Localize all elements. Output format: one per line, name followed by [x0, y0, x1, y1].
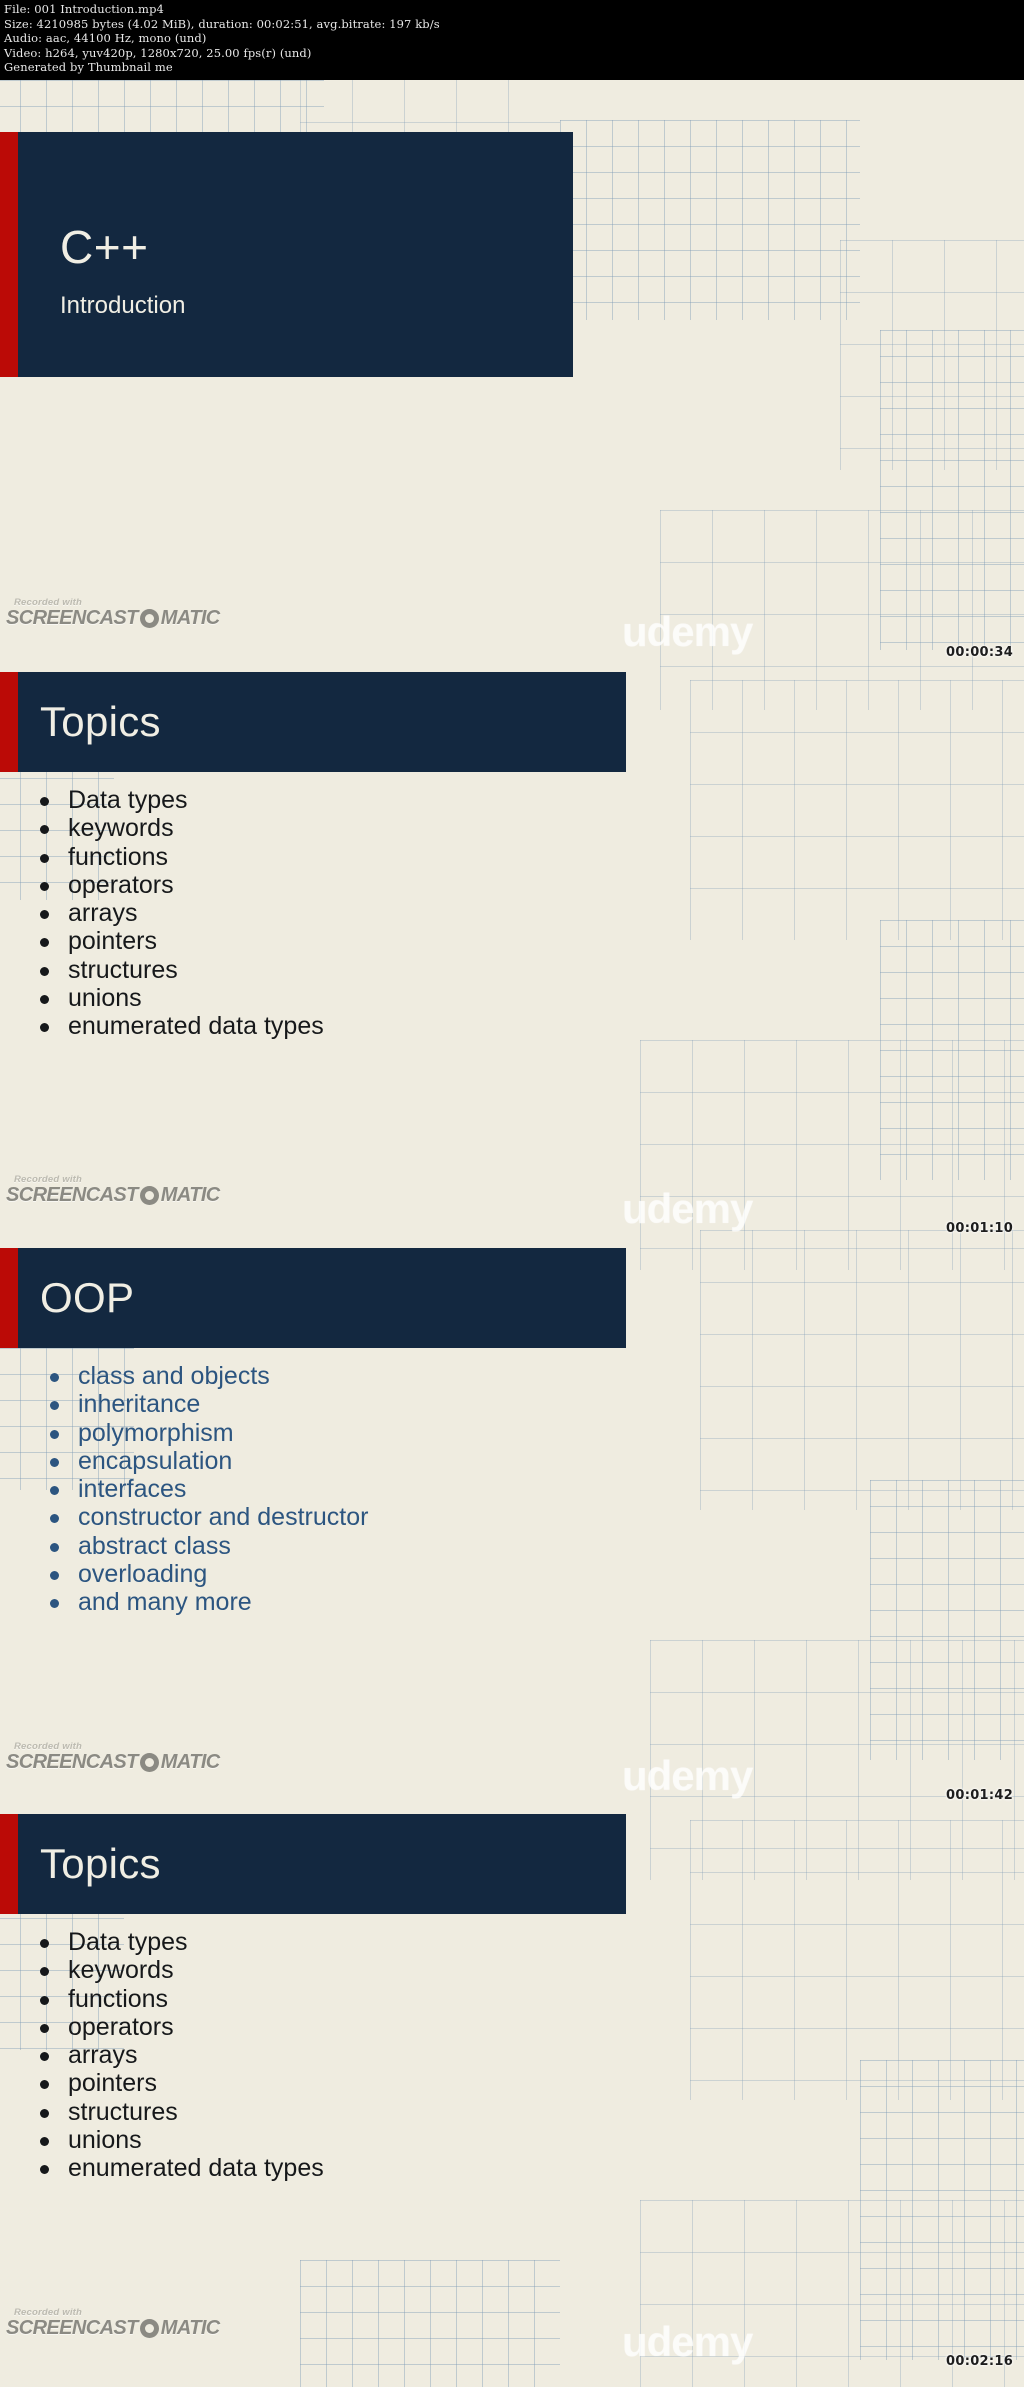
slide-heading: Topics [40, 1840, 161, 1887]
list-item: Data types [0, 786, 673, 814]
info-line-audio: Audio: aac, 44100 Hz, mono (und) [4, 31, 207, 46]
slide-timestamp: 00:01:42 [946, 1788, 1014, 1803]
info-line-generator: Generated by Thumbnail me [4, 60, 173, 75]
list-item: enumerated data types [0, 1012, 673, 1040]
list-item: Data types [0, 1928, 673, 1956]
list-item: and many more [0, 1588, 673, 1616]
red-accent-bar [0, 1248, 18, 1348]
slide-heading-band: Topics [0, 1814, 626, 1914]
list-item: pointers [0, 2069, 673, 2097]
slide-subtitle: Introduction [60, 292, 186, 319]
red-accent-bar [0, 132, 18, 377]
list-item: structures [0, 2098, 673, 2126]
oop-list: class and objects inheritance polymorphi… [0, 1348, 673, 1617]
slide-thumbnail[interactable]: Topics Data types keywords functions ope… [0, 1814, 673, 2183]
video-info-header: File: 001 Introduction.mp4 Size: 4210985… [0, 0, 1024, 80]
title-band: C++ Introduction [0, 132, 573, 377]
slide-heading: OOP [40, 1274, 135, 1321]
list-item: functions [0, 843, 673, 871]
list-item: class and objects [0, 1362, 673, 1390]
slide-heading-band: Topics [0, 672, 626, 772]
slide-timestamp: 00:00:34 [946, 645, 1014, 660]
red-accent-bar [0, 1814, 18, 1914]
thumbnail-sheet: File: 001 Introduction.mp4 Size: 4210985… [0, 0, 1024, 2387]
list-item: polymorphism [0, 1419, 673, 1447]
list-item: arrays [0, 899, 673, 927]
slide-timestamp: 00:02:16 [946, 2354, 1014, 2369]
slide-heading-band: OOP [0, 1248, 626, 1348]
info-line-size: Size: 4210985 bytes (4.02 MiB), duration… [4, 16, 440, 31]
info-line-video: Video: h264, yuv420p, 1280x720, 25.00 fp… [4, 45, 312, 60]
list-item: keywords [0, 814, 673, 842]
slide-heading: Topics [40, 698, 161, 745]
list-item: unions [0, 984, 673, 1012]
list-item: structures [0, 956, 673, 984]
slide-thumbnail[interactable]: OOP class and objects inheritance polymo… [0, 1248, 673, 1617]
list-item: enumerated data types [0, 2154, 673, 2182]
list-item: keywords [0, 1956, 673, 1984]
list-item: encapsulation [0, 1447, 673, 1475]
list-item: arrays [0, 2041, 673, 2069]
slide-title: C++ [60, 221, 149, 273]
list-item: overloading [0, 1560, 673, 1588]
list-item: interfaces [0, 1475, 673, 1503]
topics-list: Data types keywords functions operators … [0, 1914, 673, 2183]
slide-thumbnail[interactable]: C++ Introduction [0, 132, 673, 402]
list-item: unions [0, 2126, 673, 2154]
info-line-file: File: 001 Introduction.mp4 [4, 2, 164, 16]
list-item: operators [0, 2013, 673, 2041]
list-item: pointers [0, 927, 673, 955]
list-item: inheritance [0, 1390, 673, 1418]
topics-list: Data types keywords functions operators … [0, 772, 673, 1041]
list-item: constructor and destructor [0, 1503, 673, 1531]
red-accent-bar [0, 672, 18, 772]
slide-thumbnail[interactable]: Topics Data types keywords functions ope… [0, 672, 673, 1041]
list-item: functions [0, 1985, 673, 2013]
list-item: operators [0, 871, 673, 899]
list-item: abstract class [0, 1532, 673, 1560]
slide-timestamp: 00:01:10 [946, 1221, 1014, 1236]
